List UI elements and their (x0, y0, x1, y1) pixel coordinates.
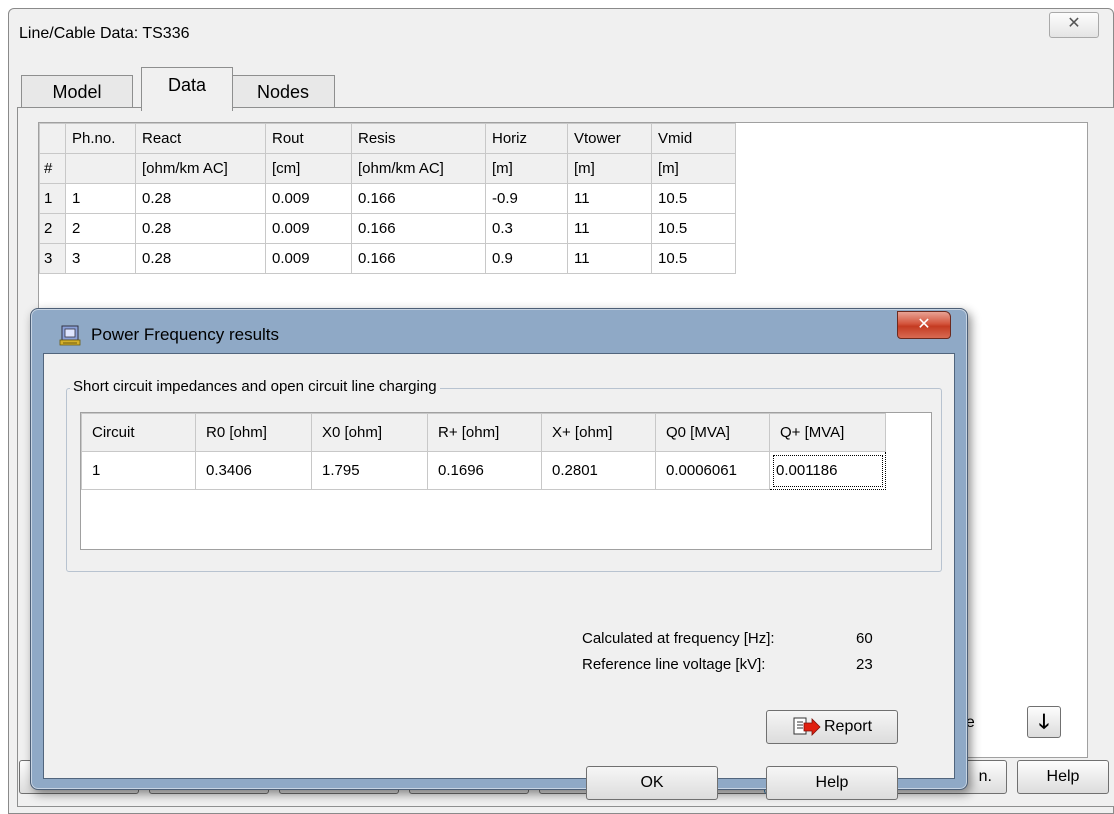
table-cell[interactable]: 10.5 (651, 183, 736, 214)
unit-header: [ohm/km AC] (351, 153, 486, 184)
table-cell[interactable]: 10.5 (651, 243, 736, 274)
table-cell-focused[interactable]: 0.001186 (769, 451, 886, 490)
column-header: React (135, 123, 266, 154)
results-grid[interactable]: Circuit R0 [ohm] X0 [ohm] R+ [ohm] X+ [o… (80, 412, 932, 550)
column-header: X0 [ohm] (311, 413, 428, 452)
report-label: Report (823, 718, 873, 735)
table-cell[interactable]: 0.009 (265, 183, 352, 214)
frequency-label: Calculated at frequency [Hz]: (582, 630, 775, 647)
ok-button[interactable]: OK (586, 766, 718, 800)
column-header: Rout (265, 123, 352, 154)
column-header: Vmid (651, 123, 736, 154)
table-cell[interactable]: 11 (567, 213, 652, 244)
table-cell[interactable]: 3 (65, 243, 136, 274)
column-header: R0 [ohm] (195, 413, 312, 452)
table-cell[interactable]: 11 (567, 183, 652, 214)
power-frequency-results-dialog: Power Frequency results ✕ Short circuit … (30, 308, 968, 800)
table-cell[interactable]: 0.3 (485, 213, 568, 244)
conductor-table: Ph.no. React Rout Resis Horiz Vtower Vmi… (39, 123, 736, 274)
report-icon (793, 717, 821, 736)
table-cell[interactable]: 11 (567, 243, 652, 274)
report-button[interactable]: Report (766, 710, 898, 744)
row-number: 1 (39, 183, 66, 214)
row-number: 3 (39, 243, 66, 274)
table-row[interactable]: 1 1 0.28 0.009 0.166 -0.9 11 10.5 (39, 183, 736, 214)
column-header: Circuit (81, 413, 196, 452)
dialog-title: Power Frequency results (91, 325, 280, 344)
column-header (39, 123, 66, 154)
arrow-down-icon: 🡓 (1038, 711, 1050, 733)
dialog-body: Short circuit impedances and open circui… (43, 353, 955, 800)
table-cell[interactable]: 0.28 (135, 243, 266, 274)
column-header: Ph.no. (65, 123, 136, 154)
table-cell[interactable]: 0.009 (265, 213, 352, 244)
table-row[interactable]: 2 2 0.28 0.009 0.166 0.3 11 10.5 (39, 213, 736, 244)
unit-header: # (39, 153, 66, 184)
column-header: Q+ [MVA] (769, 413, 886, 452)
unit-header: [cm] (265, 153, 352, 184)
table-header-row: Ph.no. React Rout Resis Horiz Vtower Vmi… (39, 123, 736, 154)
column-header: Vtower (567, 123, 652, 154)
unit-header: [m] (651, 153, 736, 184)
window-title: Line/Cable Data: TS336 (19, 25, 190, 42)
move-down-button[interactable]: 🡓 (1027, 706, 1061, 738)
voltage-label: Reference line voltage [kV]: (582, 656, 766, 673)
table-cell[interactable]: 0.0006061 (655, 451, 770, 490)
table-cell[interactable]: 0.166 (351, 243, 486, 274)
table-cell[interactable]: 2 (65, 213, 136, 244)
tab-model[interactable]: Model (21, 75, 133, 109)
dialog-close-button[interactable]: ✕ (897, 311, 951, 339)
column-header: Q0 [MVA] (655, 413, 770, 452)
table-cell[interactable]: 1 (81, 451, 196, 490)
unit-header: [m] (567, 153, 652, 184)
row-number: 2 (39, 213, 66, 244)
help-button[interactable]: Help (766, 766, 898, 800)
column-header: R+ [ohm] (427, 413, 542, 452)
tab-nodes[interactable]: Nodes (231, 75, 335, 109)
table-cell[interactable]: 1.795 (311, 451, 428, 490)
table-cell[interactable]: 0.1696 (427, 451, 542, 490)
column-header: Resis (351, 123, 486, 154)
group-title: Short circuit impedances and open circui… (70, 378, 440, 395)
frequency-value: 60 (856, 630, 873, 647)
unit-header: [m] (485, 153, 568, 184)
unit-header (65, 153, 136, 184)
tab-data[interactable]: Data (141, 67, 233, 111)
column-header: Horiz (485, 123, 568, 154)
table-row[interactable]: 3 3 0.28 0.009 0.166 0.9 11 10.5 (39, 243, 736, 274)
window-close-button[interactable]: ✕ (1049, 12, 1099, 38)
app-icon (59, 325, 81, 346)
table-cell[interactable]: 1 (65, 183, 136, 214)
table-row[interactable]: 1 0.3406 1.795 0.1696 0.2801 0.0006061 0… (81, 451, 886, 490)
table-cell[interactable]: 0.28 (135, 183, 266, 214)
table-units-row: # [ohm/km AC] [cm] [ohm/km AC] [m] [m] [… (39, 153, 736, 184)
table-header-row: Circuit R0 [ohm] X0 [ohm] R+ [ohm] X+ [o… (81, 413, 886, 452)
table-cell[interactable]: 0.9 (485, 243, 568, 274)
unit-header: [ohm/km AC] (135, 153, 266, 184)
table-cell[interactable]: 0.3406 (195, 451, 312, 490)
help-button[interactable]: Help (1017, 760, 1109, 794)
results-table: Circuit R0 [ohm] X0 [ohm] R+ [ohm] X+ [o… (81, 413, 886, 490)
voltage-value: 23 (856, 656, 873, 673)
table-cell[interactable]: 10.5 (651, 213, 736, 244)
table-cell[interactable]: 0.166 (351, 183, 486, 214)
column-header: X+ [ohm] (541, 413, 656, 452)
table-cell[interactable]: 0.009 (265, 243, 352, 274)
table-cell[interactable]: -0.9 (485, 183, 568, 214)
table-cell[interactable]: 0.166 (351, 213, 486, 244)
table-cell[interactable]: 0.2801 (541, 451, 656, 490)
table-cell[interactable]: 0.28 (135, 213, 266, 244)
